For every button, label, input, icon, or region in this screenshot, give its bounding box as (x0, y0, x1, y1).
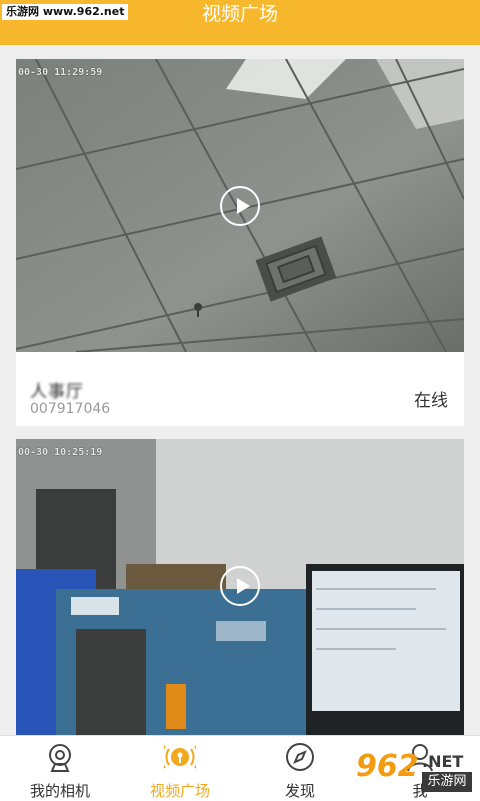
compass-icon (286, 743, 314, 771)
broadcast-icon (164, 745, 196, 769)
video-feed[interactable]: 00-30 11:29:59 人事厅 007917046 在线 00-30 10… (0, 45, 480, 735)
camera-icon (49, 744, 71, 772)
video-card[interactable]: 00-30 10:25:19 (16, 439, 464, 735)
watermark-logo: 962 .NET 乐游网 (356, 750, 474, 796)
watermark-logo-number: 962 (356, 749, 419, 784)
tab-label: 我的相机 (29, 782, 90, 800)
video-thumbnail[interactable]: 00-30 10:25:19 (16, 439, 464, 735)
camera-name: 人事厅 (30, 382, 84, 402)
tab-discover[interactable]: 发现 (240, 736, 360, 801)
video-thumbnail[interactable]: 00-30 11:29:59 (16, 59, 464, 352)
tab-label: 发现 (284, 782, 315, 800)
tab-my-camera[interactable]: 我的相机 (0, 736, 120, 801)
watermark-logo-cn: 乐游网 (422, 772, 472, 792)
camera-status: 在线 (414, 391, 448, 411)
tab-video-square[interactable]: 视频广场 (120, 736, 240, 801)
timestamp-overlay: 00-30 11:29:59 (18, 67, 103, 78)
watermark-top: 乐游网 www.962.net (2, 4, 129, 20)
timestamp-overlay: 00-30 10:25:19 (18, 447, 103, 458)
camera-id: 007917046 (30, 401, 111, 417)
video-card[interactable]: 00-30 11:29:59 人事厅 007917046 在线 (16, 59, 464, 426)
tab-label: 视频广场 (149, 782, 210, 800)
play-button[interactable] (220, 186, 260, 226)
watermark-logo-net: .NET (422, 752, 464, 771)
play-button[interactable] (220, 566, 260, 606)
